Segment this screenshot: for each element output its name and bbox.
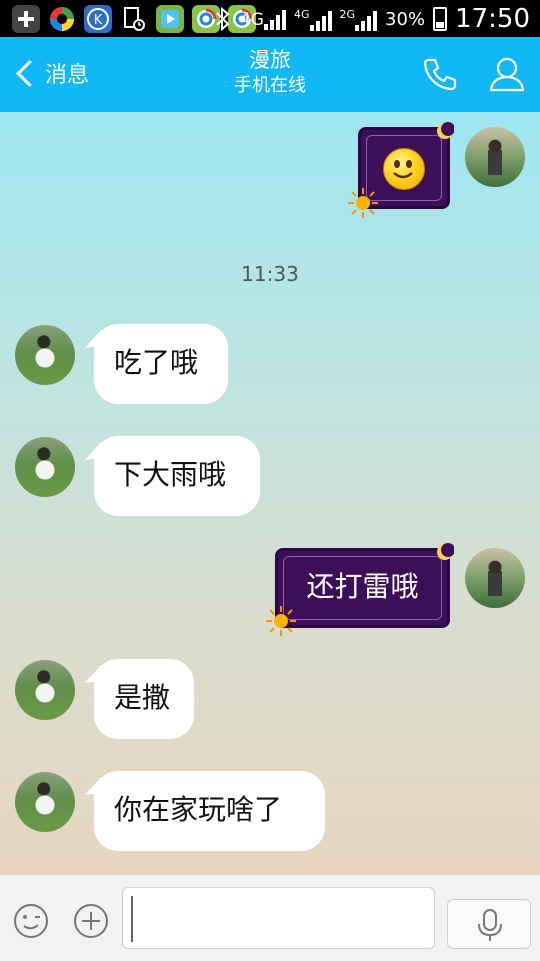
add-icon [12, 5, 40, 33]
signal-bars-icon [263, 8, 286, 30]
k-app-icon: K [84, 5, 112, 33]
play-icon [156, 5, 184, 33]
smiley-icon[interactable] [13, 903, 49, 939]
sun-icon [348, 188, 378, 218]
chat-header: 消息 漫旅 手机在线 [0, 37, 540, 112]
message-in[interactable]: 是撒 [94, 659, 194, 739]
sun-icon [266, 606, 296, 636]
message-in[interactable]: 吃了哦 [94, 324, 228, 404]
signal-2g: 2G [340, 8, 378, 31]
avatar-contact[interactable] [15, 325, 75, 385]
signal-bars-icon-2 [309, 9, 332, 31]
avatar-contact[interactable] [15, 772, 75, 832]
status-indicators: 4G 4G 2G 30% 17:50 [214, 4, 530, 34]
bluetooth-icon [216, 6, 230, 32]
signal-4g-secondary: 4G [294, 8, 332, 31]
smiley-emoji-icon [383, 148, 425, 190]
plus-icon[interactable] [73, 903, 109, 939]
avatar-contact[interactable] [15, 437, 75, 497]
moon-icon [437, 543, 454, 560]
avatar-self[interactable] [465, 127, 525, 187]
clock: 17:50 [455, 4, 530, 34]
battery-percent: 30% [385, 8, 426, 30]
signal1-label: 4G [293, 7, 310, 21]
color-wheel-icon [48, 5, 76, 33]
status-bar: K 4G 4G 2G 30% 17:50 [0, 0, 540, 37]
network-label: 4G [239, 10, 264, 30]
avatar-contact[interactable] [15, 660, 75, 720]
message-in[interactable]: 你在家玩啥了 [94, 771, 325, 851]
message-in[interactable]: 下大雨哦 [94, 436, 260, 516]
battery-icon [433, 7, 448, 31]
message-input[interactable] [131, 896, 427, 942]
message-input-box[interactable] [122, 887, 435, 949]
chat-messages[interactable]: 11:33 吃了哦 下大雨哦 还打雷哦 是撒 你在家玩啥了 [0, 112, 540, 874]
svg-text:K: K [94, 13, 103, 28]
microphone-icon [478, 909, 502, 941]
avatar-self[interactable] [465, 548, 525, 608]
signal-bars-icon-3 [355, 9, 378, 31]
message-out[interactable]: 还打雷哦 [275, 548, 450, 628]
phone-icon[interactable] [420, 54, 460, 94]
signal-4g: 4G [240, 8, 286, 30]
input-bar [0, 874, 540, 961]
file-clock-icon [120, 5, 148, 33]
message-out-text: 还打雷哦 [306, 570, 419, 603]
voice-button[interactable] [447, 899, 531, 949]
person-icon[interactable] [487, 54, 527, 94]
message-timestamp: 11:33 [241, 262, 299, 286]
signal2-label: 2G [339, 7, 356, 21]
moon-icon [437, 122, 454, 139]
